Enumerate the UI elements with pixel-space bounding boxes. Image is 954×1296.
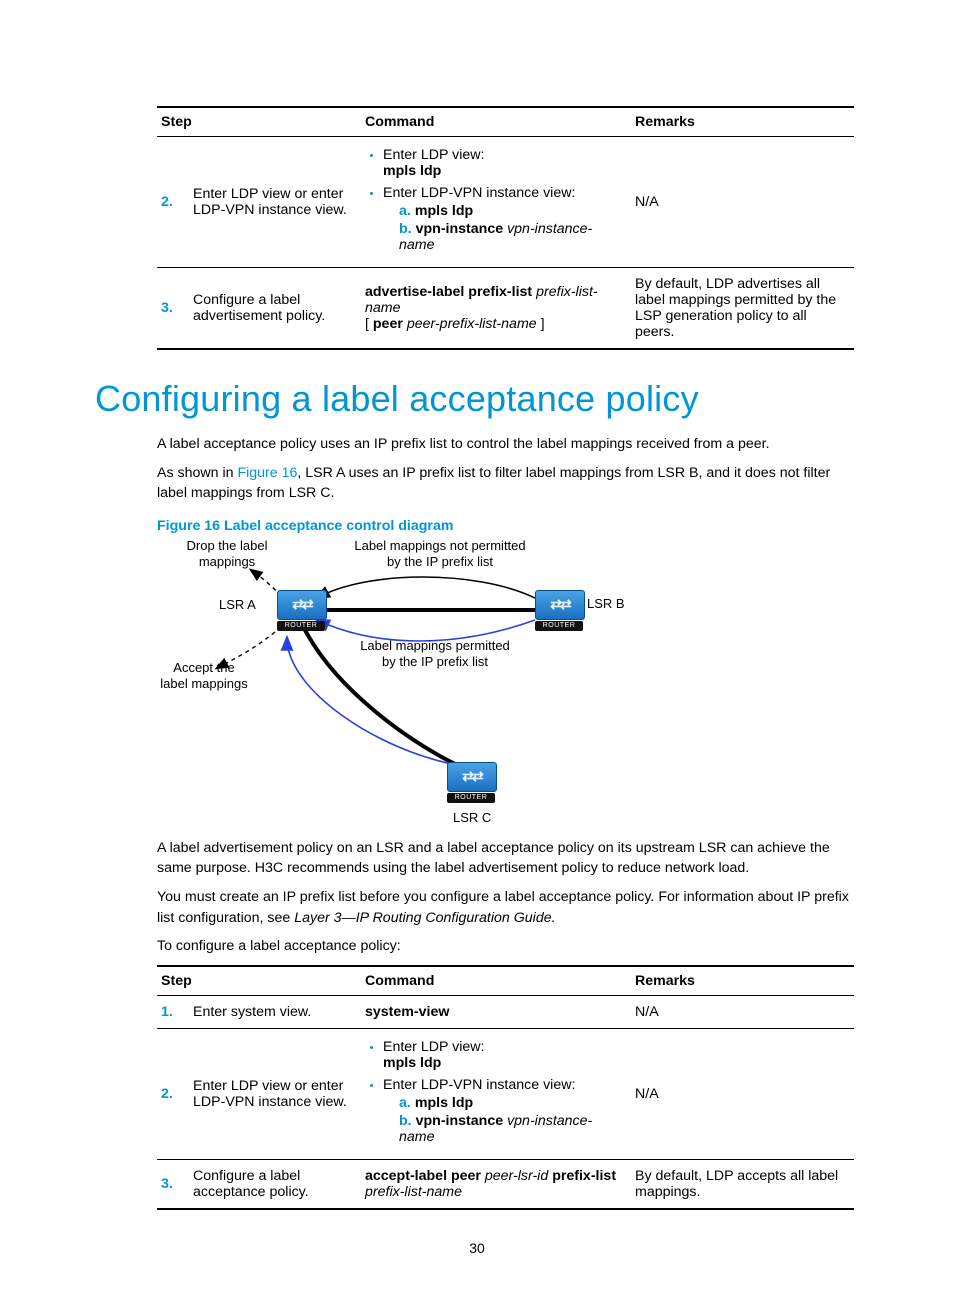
label-accept: Accept thelabel mappings bbox=[149, 660, 259, 693]
step-remarks: By default, LDP accepts all label mappin… bbox=[631, 1159, 854, 1209]
list-item: a.mpls ldp bbox=[399, 203, 625, 219]
list-item: a.mpls ldp bbox=[399, 1095, 625, 1111]
th-step: Step bbox=[157, 107, 361, 137]
table-row: 2. Enter LDP view or enter LDP-VPN insta… bbox=[157, 1028, 854, 1159]
step-remarks: N/A bbox=[631, 1028, 854, 1159]
table-row: 2. Enter LDP view or enter LDP-VPN insta… bbox=[157, 137, 854, 268]
table-row: 3. Configure a label advertisement polic… bbox=[157, 268, 854, 350]
step-desc: Enter LDP view or enter LDP-VPN instance… bbox=[189, 137, 361, 268]
label-lsrc: LSR C bbox=[453, 810, 491, 826]
step-desc: Enter system view. bbox=[189, 995, 361, 1028]
page-content: Step Command Remarks 2. Enter LDP view o… bbox=[0, 0, 954, 1270]
step-number: 1. bbox=[161, 1004, 179, 1020]
step-command: accept-label peer peer-lsr-id prefix-lis… bbox=[361, 1159, 631, 1209]
table-row: 1. Enter system view. system-view N/A bbox=[157, 995, 854, 1028]
step-desc: Configure a label acceptance policy. bbox=[189, 1159, 361, 1209]
list-item: Enter LDP-VPN instance view: a.mpls ldp … bbox=[383, 1077, 625, 1145]
list-item: Enter LDP view: mpls ldp bbox=[383, 147, 625, 179]
step-desc: Configure a label advertisement policy. bbox=[189, 268, 361, 350]
step-number: 2. bbox=[161, 1086, 179, 1102]
label-permitted: Label mappings permittedby the IP prefix… bbox=[335, 638, 535, 671]
table-header-row: Step Command Remarks bbox=[157, 966, 854, 996]
table-header-row: Step Command Remarks bbox=[157, 107, 854, 137]
th-command: Command bbox=[361, 966, 631, 996]
th-remarks: Remarks bbox=[631, 966, 854, 996]
step-remarks: N/A bbox=[631, 995, 854, 1028]
list-item: Enter LDP-VPN instance view: a.mpls ldp … bbox=[383, 185, 625, 253]
paragraph: A label advertisement policy on an LSR a… bbox=[95, 838, 859, 879]
step-desc: Enter LDP view or enter LDP-VPN instance… bbox=[189, 1028, 361, 1159]
table-advertise: Step Command Remarks 2. Enter LDP view o… bbox=[157, 106, 854, 350]
list-item: b.vpn-instance vpn-instance-name bbox=[399, 1113, 625, 1145]
label-drop: Drop the labelmappings bbox=[167, 538, 287, 571]
label-acceptance-diagram: Drop the labelmappings Label mappings no… bbox=[157, 540, 702, 830]
th-step: Step bbox=[157, 966, 361, 996]
label-lsrb: LSR B bbox=[587, 596, 625, 612]
router-icon: ⇄⇄ ROUTER bbox=[447, 762, 495, 802]
section-heading: Configuring a label acceptance policy bbox=[95, 378, 859, 420]
router-icon: ⇄⇄ ROUTER bbox=[535, 590, 583, 630]
step-number: 3. bbox=[161, 300, 179, 316]
paragraph: To configure a label acceptance policy: bbox=[95, 936, 859, 957]
step-command: system-view bbox=[361, 995, 631, 1028]
figure-link[interactable]: Figure 16 bbox=[237, 465, 297, 481]
list-item: Enter LDP view: mpls ldp bbox=[383, 1039, 625, 1071]
label-not-permitted: Label mappings not permittedby the IP pr… bbox=[335, 538, 545, 571]
th-command: Command bbox=[361, 107, 631, 137]
label-lsra: LSR A bbox=[219, 597, 256, 613]
paragraph: As shown in Figure 16, LSR A uses an IP … bbox=[95, 463, 859, 504]
step-remarks: N/A bbox=[631, 137, 854, 268]
page-number: 30 bbox=[0, 1240, 954, 1256]
step-command: Enter LDP view: mpls ldp Enter LDP-VPN i… bbox=[361, 1028, 631, 1159]
figure-caption: Figure 16 Label acceptance control diagr… bbox=[95, 518, 859, 534]
list-item: b.vpn-instance vpn-instance-name bbox=[399, 221, 625, 253]
step-number: 2. bbox=[161, 194, 179, 210]
th-remarks: Remarks bbox=[631, 107, 854, 137]
step-command: Enter LDP view: mpls ldp Enter LDP-VPN i… bbox=[361, 137, 631, 268]
step-number: 3. bbox=[161, 1176, 179, 1192]
step-remarks: By default, LDP advertises all label map… bbox=[631, 268, 854, 350]
table-row: 3. Configure a label acceptance policy. … bbox=[157, 1159, 854, 1209]
paragraph: A label acceptance policy uses an IP pre… bbox=[95, 434, 859, 455]
router-icon: ⇄⇄ ROUTER bbox=[277, 590, 325, 630]
step-command: advertise-label prefix-list prefix-list-… bbox=[361, 268, 631, 350]
table-accept: Step Command Remarks 1. Enter system vie… bbox=[157, 965, 854, 1210]
paragraph: You must create an IP prefix list before… bbox=[95, 887, 859, 928]
